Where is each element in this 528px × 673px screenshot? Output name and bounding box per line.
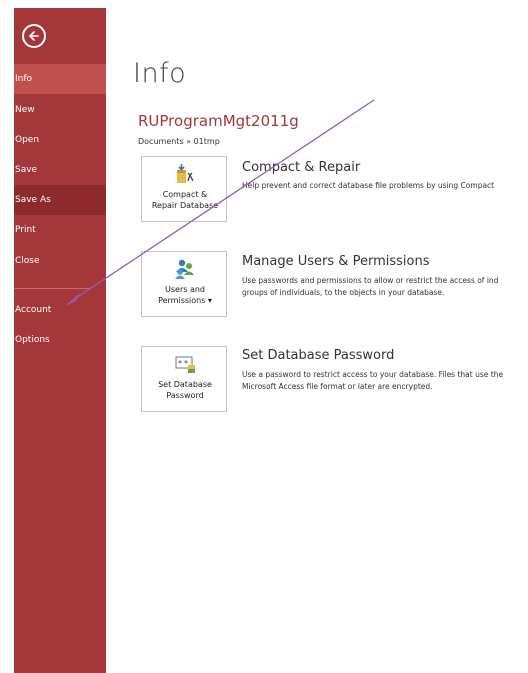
- annotation-arrow: [65, 99, 375, 306]
